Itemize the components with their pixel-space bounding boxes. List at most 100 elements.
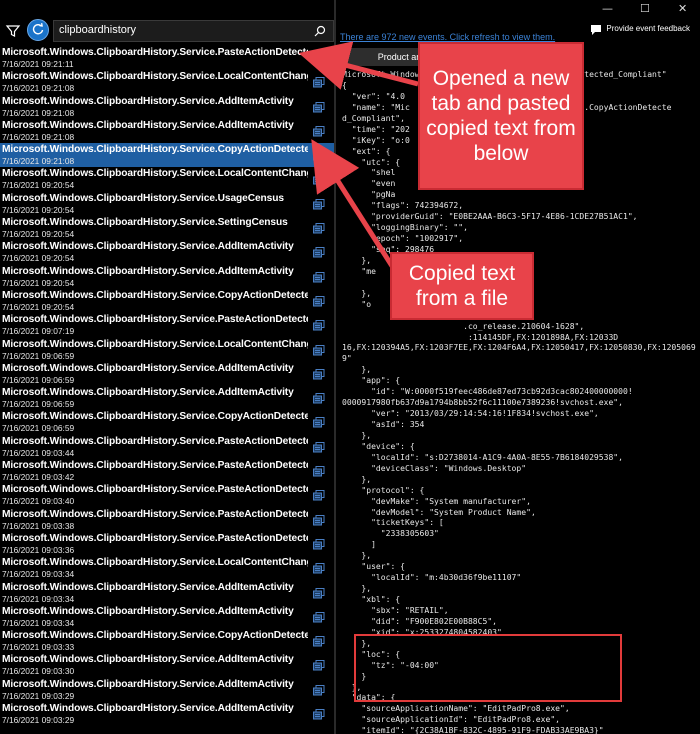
copy-icon[interactable] xyxy=(313,150,325,161)
copy-icon[interactable] xyxy=(313,636,325,647)
event-time: 7/16/2021 09:06:59 xyxy=(2,374,75,385)
event-row[interactable]: Microsoft.Windows.ClipboardHistory.Servi… xyxy=(0,483,334,507)
copy-icon[interactable] xyxy=(313,368,325,380)
event-row[interactable]: Microsoft.Windows.ClipboardHistory.Servi… xyxy=(0,702,334,726)
refresh-icon xyxy=(32,23,44,35)
event-row[interactable]: Microsoft.Windows.ClipboardHistory.Servi… xyxy=(0,143,334,168)
event-row[interactable]: Microsoft.Windows.ClipboardHistory.Servi… xyxy=(0,289,334,313)
event-row[interactable]: Microsoft.Windows.ClipboardHistory.Servi… xyxy=(0,192,334,216)
event-row[interactable]: Microsoft.Windows.ClipboardHistory.Servi… xyxy=(0,240,334,264)
event-row[interactable]: Microsoft.Windows.ClipboardHistory.Servi… xyxy=(0,386,334,410)
event-row[interactable]: Microsoft.Windows.ClipboardHistory.Servi… xyxy=(0,532,334,556)
copy-icon[interactable] xyxy=(313,587,325,599)
event-row[interactable]: Microsoft.Windows.ClipboardHistory.Servi… xyxy=(0,410,334,434)
event-row[interactable]: Microsoft.Windows.ClipboardHistory.Servi… xyxy=(0,338,334,362)
event-row[interactable]: Microsoft.Windows.ClipboardHistory.Servi… xyxy=(0,508,334,532)
event-name: Microsoft.Windows.ClipboardHistory.Servi… xyxy=(2,265,294,277)
json-line: }, xyxy=(342,551,372,561)
event-time: 7/16/2021 09:20:54 xyxy=(2,277,75,288)
annotation-callout-paste: Opened a new tab and pasted copied text … xyxy=(418,42,584,190)
json-line: "protocol": { xyxy=(342,485,425,495)
copy-icon[interactable] xyxy=(313,77,325,88)
event-row[interactable]: Microsoft.Windows.ClipboardHistory.Servi… xyxy=(0,313,334,337)
json-line: "asId": 354 xyxy=(342,420,425,429)
json-line: "itemId": "{2C38A1BF-832C-4895-91F9-FDAB… xyxy=(342,726,604,734)
json-line: }, xyxy=(342,430,372,440)
event-row[interactable]: Microsoft.Windows.ClipboardHistory.Servi… xyxy=(0,678,334,702)
copy-icon[interactable] xyxy=(313,466,325,477)
event-row[interactable]: Microsoft.Windows.ClipboardHistory.Servi… xyxy=(0,653,334,677)
copy-icon[interactable] xyxy=(313,417,325,428)
json-line: "devMake": "System manufacturer", xyxy=(342,496,531,506)
copy-icon[interactable] xyxy=(313,295,325,307)
search-input[interactable]: clipboardhistory xyxy=(53,20,334,42)
copy-icon[interactable] xyxy=(313,198,325,210)
event-row[interactable]: Microsoft.Windows.ClipboardHistory.Servi… xyxy=(0,119,334,143)
copy-icon[interactable] xyxy=(313,490,325,501)
event-row[interactable]: Microsoft.Windows.ClipboardHistory.Servi… xyxy=(0,629,334,653)
json-line: ] xyxy=(342,540,376,550)
event-name: Microsoft.Windows.ClipboardHistory.Servi… xyxy=(2,47,308,58)
copy-icon[interactable] xyxy=(313,101,325,113)
event-row[interactable]: Microsoft.Windows.ClipboardHistory.Servi… xyxy=(0,265,334,289)
copy-icon[interactable] xyxy=(313,393,325,404)
copy-icon[interactable] xyxy=(313,223,325,234)
search-icon[interactable] xyxy=(313,24,327,38)
copy-icon[interactable] xyxy=(313,125,325,137)
copy-icon[interactable] xyxy=(313,563,325,574)
json-line: :114145DF,FX:1201898A,FX:12033D xyxy=(342,332,619,342)
event-row[interactable]: Microsoft.Windows.ClipboardHistory.Servi… xyxy=(0,581,334,605)
json-line: "pgNa xyxy=(342,190,396,200)
event-row[interactable]: Microsoft.Windows.ClipboardHistory.Servi… xyxy=(0,362,334,386)
event-time: 7/16/2021 09:07:19 xyxy=(2,326,75,337)
event-row[interactable]: Microsoft.Windows.ClipboardHistory.Servi… xyxy=(0,46,334,70)
search-input-value: clipboardhistory xyxy=(59,24,137,36)
event-row[interactable]: Microsoft.Windows.ClipboardHistory.Servi… xyxy=(0,435,334,459)
event-name: Microsoft.Windows.ClipboardHistory.Servi… xyxy=(2,581,294,593)
close-button[interactable]: ✕ xyxy=(678,2,687,15)
minimize-button[interactable]: — xyxy=(602,2,613,15)
event-row[interactable]: Microsoft.Windows.ClipboardHistory.Servi… xyxy=(0,70,334,94)
feedback-icon xyxy=(591,25,602,35)
event-row[interactable]: Microsoft.Windows.ClipboardHistory.Servi… xyxy=(0,167,334,191)
data-highlight-box xyxy=(354,634,622,702)
event-time: 7/16/2021 09:03:29 xyxy=(2,715,75,726)
copy-icon[interactable] xyxy=(313,684,325,696)
json-line: "id": "W:0000f519feec486de87ed73cb92d3ca… xyxy=(342,387,633,397)
annotation-callout-copy: Copied text from a file xyxy=(390,252,534,320)
json-line: "flags": 742394672, xyxy=(342,201,464,211)
event-time: 7/16/2021 09:20:54 xyxy=(2,204,75,215)
feedback-button[interactable]: Provide event feedback xyxy=(591,24,690,40)
copy-icon[interactable] xyxy=(313,344,325,356)
event-time: 7/16/2021 09:21:08 xyxy=(2,156,75,167)
event-name: Microsoft.Windows.ClipboardHistory.Servi… xyxy=(2,119,294,131)
copy-icon[interactable] xyxy=(313,611,325,623)
event-name: Microsoft.Windows.ClipboardHistory.Servi… xyxy=(2,435,308,447)
event-row[interactable]: Microsoft.Windows.ClipboardHistory.Servi… xyxy=(0,95,334,119)
json-line: }, xyxy=(342,584,372,594)
event-list-pane: clipboardhistory Microsoft.Windows.Clipb… xyxy=(0,0,334,734)
copy-icon[interactable] xyxy=(313,660,325,671)
refresh-button[interactable] xyxy=(27,19,49,41)
event-row[interactable]: Microsoft.Windows.ClipboardHistory.Servi… xyxy=(0,605,334,629)
filter-icon[interactable] xyxy=(4,22,22,40)
event-row[interactable]: Microsoft.Windows.ClipboardHistory.Servi… xyxy=(0,216,334,240)
event-name: Microsoft.Windows.ClipboardHistory.Servi… xyxy=(2,484,308,496)
event-time: 7/16/2021 09:03:42 xyxy=(2,472,75,483)
copy-icon[interactable] xyxy=(313,538,325,550)
maximize-button[interactable]: ☐ xyxy=(640,2,650,15)
event-row[interactable]: Microsoft.Windows.ClipboardHistory.Servi… xyxy=(0,556,334,580)
event-row[interactable]: Microsoft.Windows.ClipboardHistory.Servi… xyxy=(0,459,334,483)
copy-icon[interactable] xyxy=(313,709,325,720)
copy-icon[interactable] xyxy=(313,320,325,331)
copy-icon[interactable] xyxy=(313,53,325,64)
copy-icon[interactable] xyxy=(313,271,325,283)
copy-icon[interactable] xyxy=(313,441,325,453)
copy-icon[interactable] xyxy=(313,174,325,185)
copy-icon[interactable] xyxy=(313,514,325,526)
copy-icon[interactable] xyxy=(313,247,325,258)
event-time: 7/16/2021 09:20:54 xyxy=(2,301,75,312)
event-name: Microsoft.Windows.ClipboardHistory.Servi… xyxy=(2,605,294,617)
new-events-link[interactable]: There are 972 new events. Click refresh … xyxy=(340,32,555,42)
json-line: }, xyxy=(342,474,372,484)
